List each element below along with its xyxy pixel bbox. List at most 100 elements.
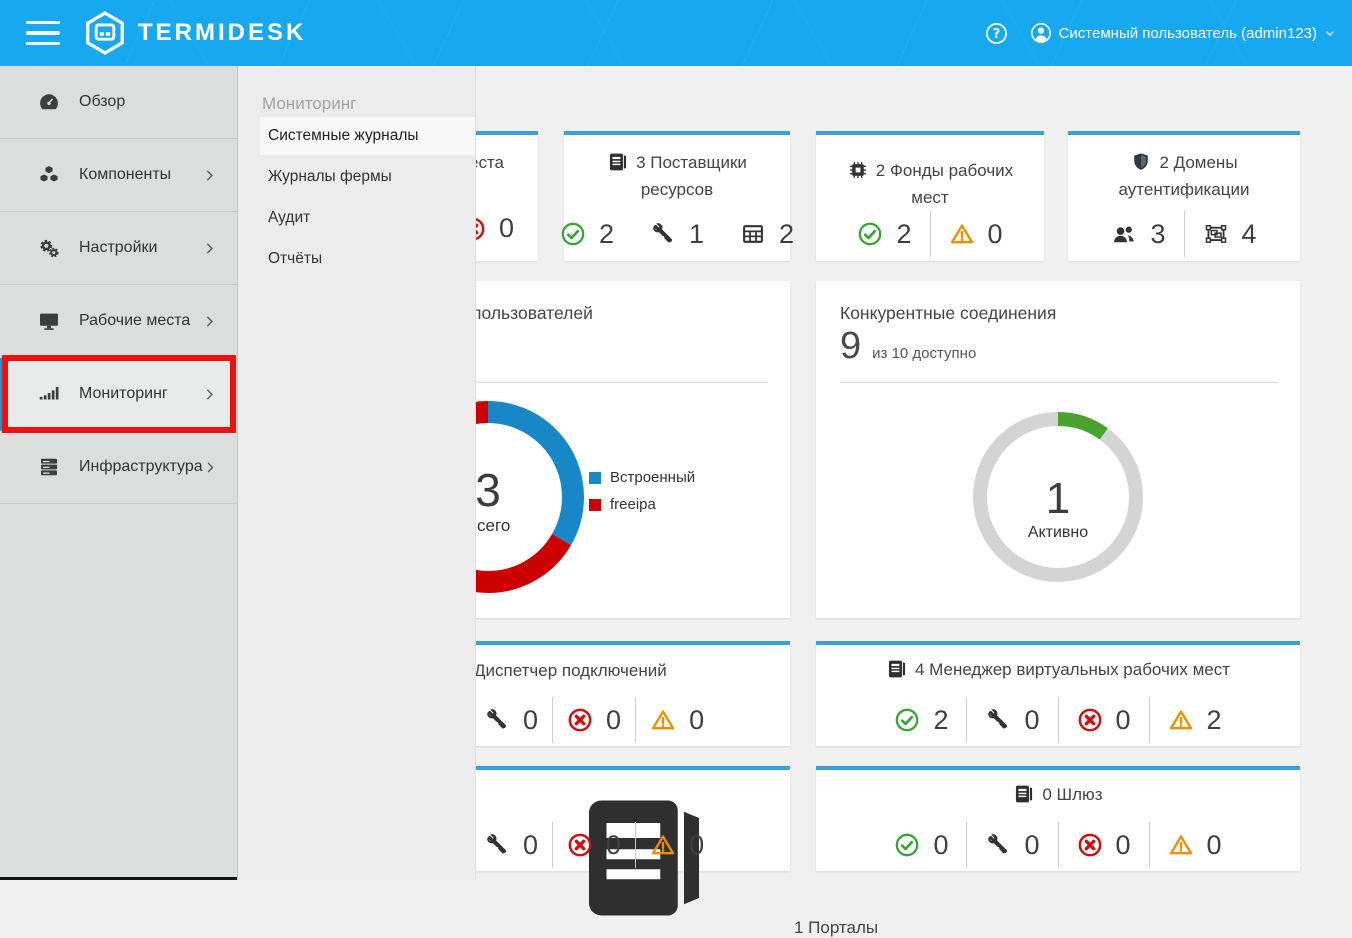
- check-circle-icon: [560, 221, 586, 247]
- chevron-right-icon: [202, 241, 217, 256]
- chart-bars-icon: [37, 382, 61, 406]
- stat-warning: 0: [949, 219, 1003, 250]
- chart-title: Конкурентные соединения: [840, 303, 1056, 324]
- submenu-item-system-logs[interactable]: Системные журналы: [260, 117, 475, 155]
- topbar-right: Системный пользователь (admin123): [985, 22, 1336, 45]
- chart-title-fragment: пользователей: [472, 303, 593, 324]
- chevron-right-icon: [202, 314, 217, 329]
- stat-maintenance: 0: [985, 830, 1039, 861]
- sidebar-item-label: Мониторинг: [79, 385, 168, 403]
- error-circle-icon: [1077, 832, 1103, 858]
- sidebar-item-workplaces[interactable]: Рабочие места: [0, 285, 237, 358]
- user-icon: [1030, 22, 1052, 44]
- card-vdi-manager[interactable]: 4 Менеджер виртуальных рабочих мест 2 0 …: [816, 641, 1300, 746]
- stat-divider: [635, 822, 636, 868]
- sidebar-item-label: Инфраструктура: [79, 458, 203, 476]
- submenu-item-reports[interactable]: Отчёты: [238, 240, 475, 278]
- cubes-icon: [37, 163, 61, 187]
- object-group-icon: [1203, 221, 1229, 247]
- card-resource-providers[interactable]: 3 Поставщики ресурсов 2 1 2: [564, 131, 790, 261]
- card-stats: 2 1 2: [564, 211, 790, 257]
- stat-divider: [966, 822, 967, 868]
- warning-triangle-icon: [1168, 707, 1194, 733]
- warning-triangle-icon: [949, 221, 975, 247]
- card-auth-domains[interactable]: 2 Домены аутентификации 3 4: [1068, 131, 1300, 261]
- sidebar-item-label: Рабочие места: [79, 312, 190, 330]
- tools-icon: [650, 221, 676, 247]
- shield-icon: [1130, 151, 1152, 179]
- warning-triangle-icon: [650, 707, 676, 733]
- user-name: Системный пользователь (admin123): [1059, 25, 1317, 42]
- brand: TERMIDESK: [82, 10, 306, 56]
- sidebar-item-infrastructure[interactable]: Инфраструктура: [0, 431, 237, 504]
- submenu-item-farm-logs[interactable]: Журналы фермы: [238, 158, 475, 196]
- card-title-fragment: Диспетчер подключений: [474, 661, 667, 681]
- gears-icon: [37, 236, 61, 260]
- stat-divider: [930, 211, 931, 257]
- submenu-item-audit[interactable]: Аудит: [238, 199, 475, 237]
- sidebar-item-settings[interactable]: Настройки: [0, 212, 237, 285]
- error-circle-icon: [567, 707, 593, 733]
- card-stats: 2 0: [816, 211, 1044, 257]
- stat-warning: 0: [650, 705, 704, 736]
- termidesk-logo-icon: [82, 10, 128, 56]
- sidebar-item-overview[interactable]: Обзор: [0, 66, 237, 139]
- stat-divider: [1184, 211, 1185, 257]
- chevron-right-icon: [203, 460, 217, 475]
- tools-icon: [985, 707, 1011, 733]
- card-title: 4 Менеджер виртуальных рабочих мест: [816, 658, 1300, 686]
- stat-divider: [1149, 697, 1150, 743]
- card-title: 2 Фонды рабочих мест: [816, 159, 1044, 209]
- stat-object-group: 4: [1203, 219, 1257, 250]
- stat-warning: 0: [1168, 830, 1222, 861]
- journal-icon: [494, 918, 794, 937]
- stat-divider: [1058, 697, 1059, 743]
- sidebar: Обзор Компоненты Настройки Рабочие места…: [0, 66, 238, 880]
- stat-divider: [635, 697, 636, 743]
- stat-divider: [552, 822, 553, 868]
- stat-maintenance: 0: [985, 705, 1039, 736]
- stat-error: 0: [567, 705, 621, 736]
- user-menu[interactable]: Системный пользователь (admin123): [1030, 22, 1336, 44]
- stat-maintenance: 0: [484, 830, 538, 861]
- legend-swatch-blue: [589, 472, 601, 484]
- legend-item: freeipa: [589, 496, 695, 513]
- available-connections: 9 из 10 доступно: [840, 325, 976, 368]
- stat-error: 0: [567, 830, 621, 861]
- chevron-right-icon: [202, 168, 217, 183]
- journal-icon: [607, 151, 629, 179]
- stat-success: 2: [894, 705, 948, 736]
- topbar: TERMIDESK Системный пользователь (admin1…: [0, 0, 1352, 66]
- card-title: 3 Поставщики ресурсов: [564, 151, 790, 201]
- chip-icon: [847, 159, 869, 187]
- donut-center: 1 Активно: [998, 477, 1118, 542]
- card-concurrent-connections[interactable]: Конкурентные соединения 9 из 10 доступно…: [816, 281, 1300, 618]
- submenu-monitoring: Мониторинг Системные журналы Журналы фер…: [238, 66, 476, 880]
- stat-success: 2: [857, 219, 911, 250]
- table-icon: [740, 221, 766, 247]
- sidebar-item-label: Настройки: [79, 239, 157, 257]
- check-circle-icon: [894, 707, 920, 733]
- sidebar-item-label: Компоненты: [79, 166, 171, 184]
- card-gateway[interactable]: 0 Шлюз 0 0 0 0: [816, 766, 1300, 871]
- hamburger-menu-button[interactable]: [26, 21, 60, 45]
- submenu-title: Мониторинг: [262, 94, 475, 114]
- stat-divider: [1058, 822, 1059, 868]
- stat-users: 3: [1111, 219, 1165, 250]
- tools-icon: [484, 832, 510, 858]
- card-stats: 3 4: [1068, 211, 1300, 257]
- check-circle-icon: [857, 221, 883, 247]
- chart-legend: Встроенный freeipa: [589, 469, 695, 523]
- sidebar-item-components[interactable]: Компоненты: [0, 139, 237, 212]
- card-stats: 0 0 0 0: [816, 822, 1300, 868]
- help-icon[interactable]: [985, 22, 1008, 45]
- stat-divider: [966, 697, 967, 743]
- card-stats: 0 0 0: [484, 697, 704, 743]
- sidebar-item-label: Обзор: [79, 93, 125, 111]
- divider: [840, 382, 1278, 383]
- stat-error: 0: [1077, 830, 1131, 861]
- sidebar-item-monitoring[interactable]: Мониторинг: [0, 358, 237, 431]
- card-title: 2 Домены аутентификации: [1068, 151, 1300, 201]
- users-icon: [1111, 221, 1137, 247]
- card-workplace-pools[interactable]: 2 Фонды рабочих мест 2 0: [816, 131, 1044, 261]
